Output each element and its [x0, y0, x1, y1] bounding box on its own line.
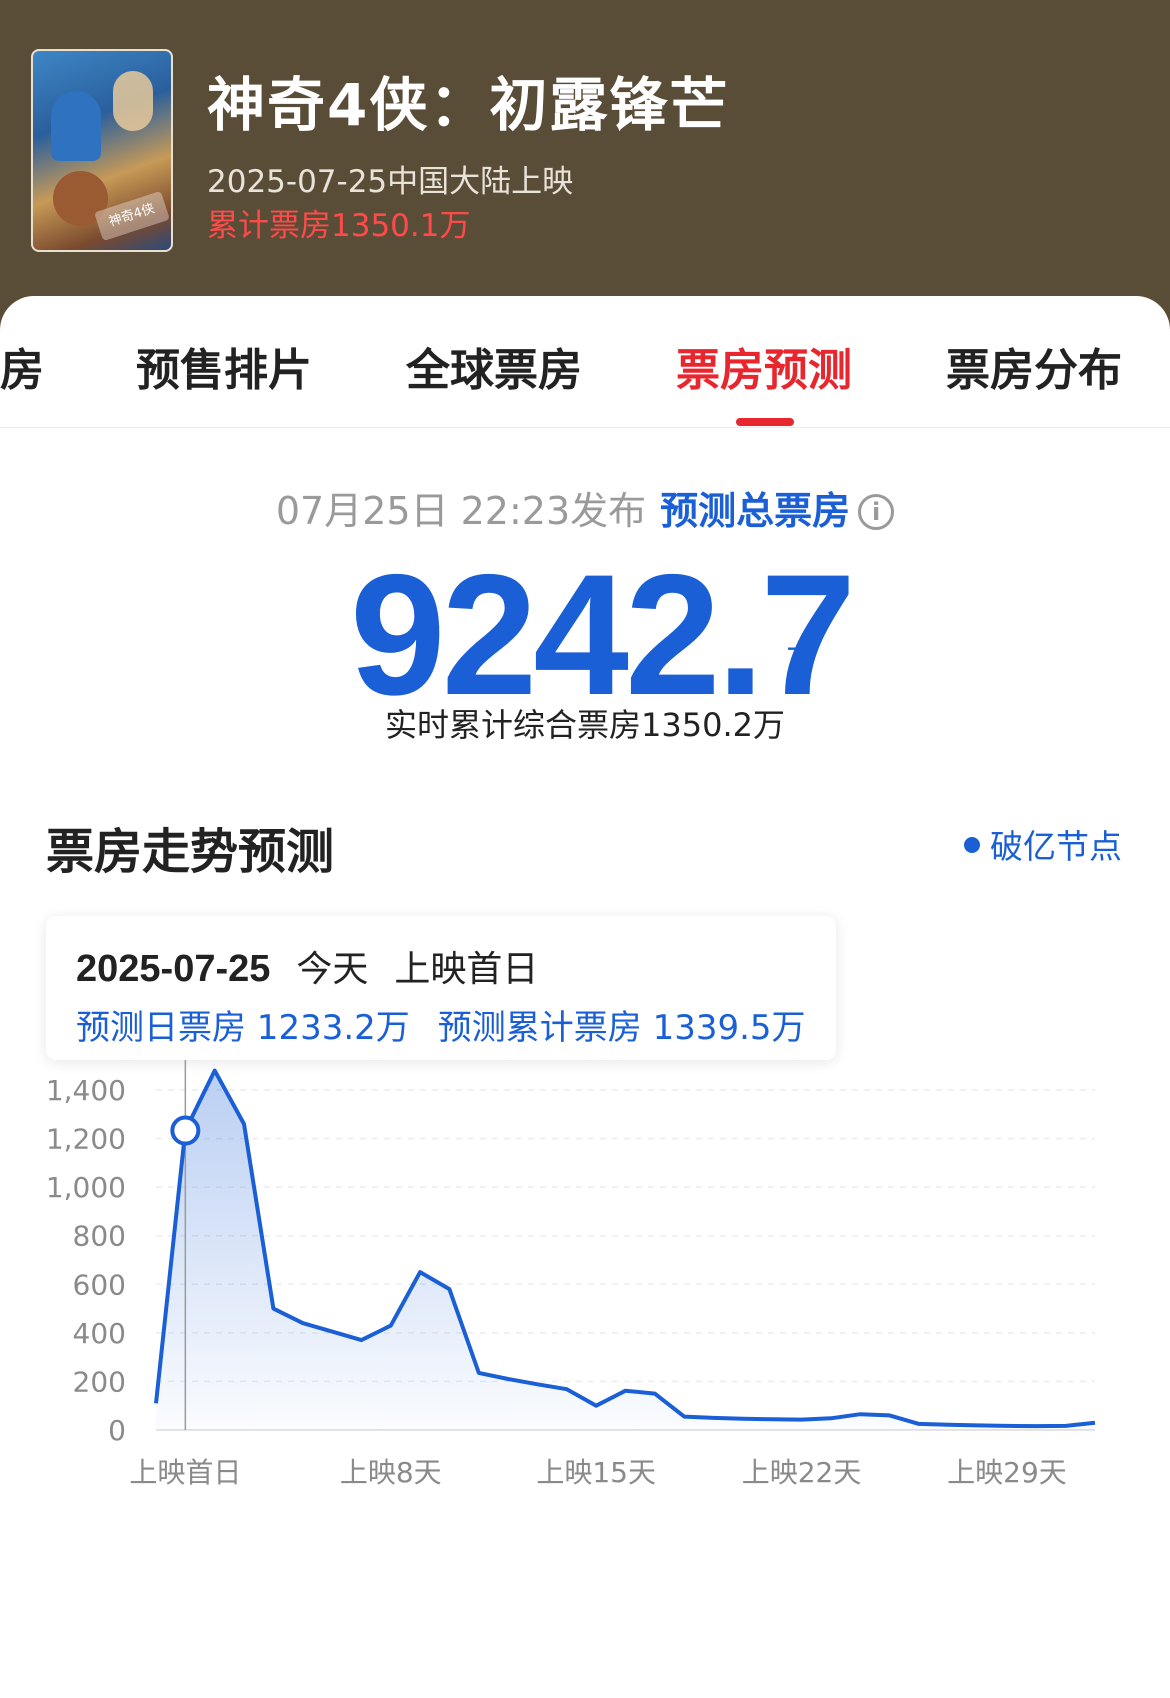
data-point[interactable]	[267, 1303, 279, 1315]
content-card: 房 预售排片 全球票房 票房预测 票房分布 07月25日 22:23发布 预测总票…	[0, 296, 1170, 1698]
x-tick-label: 上映15天	[536, 1456, 656, 1489]
data-point[interactable]	[678, 1411, 690, 1423]
y-tick-label: 200	[73, 1365, 126, 1398]
data-point[interactable]	[443, 1283, 455, 1295]
data-point[interactable]	[326, 1326, 338, 1338]
tooltip-date-row: 2025-07-25 今天 上映首日	[76, 940, 564, 992]
y-tick-label: 400	[73, 1317, 126, 1350]
chart-tooltip: 2025-07-25 今天 上映首日 预测日票房 1233.2万 预测累计票房 133…	[46, 916, 836, 1060]
data-point[interactable]	[209, 1065, 221, 1077]
tab-box-office[interactable]: 房	[0, 334, 44, 398]
data-point[interactable]	[1001, 1420, 1013, 1432]
tooltip-values-row: 预测日票房 1233.2万 预测累计票房 1339.5万	[76, 1000, 834, 1049]
publish-time: 07月25日 22:23发布	[275, 489, 647, 533]
legend-breakthrough[interactable]: 破亿节点	[964, 820, 1122, 868]
forecast-unit: 万	[786, 642, 819, 680]
data-point[interactable]	[414, 1266, 426, 1278]
data-point[interactable]	[796, 1414, 808, 1426]
x-tick-label: 上映首日	[129, 1456, 241, 1489]
data-point[interactable]	[620, 1385, 632, 1397]
y-tick-label: 1,200	[46, 1123, 126, 1156]
y-tick-label: 1,000	[46, 1171, 126, 1204]
data-point[interactable]	[649, 1388, 661, 1400]
data-point[interactable]	[590, 1400, 602, 1412]
forecast-header: 07月25日 22:23发布 预测总票房 i	[0, 480, 1170, 535]
data-point[interactable]	[708, 1412, 720, 1424]
movie-header: 神奇4侠 神奇4侠：初露锋芒 2025-07-25中国大陆上映 累计票房1350…	[0, 0, 1170, 310]
data-point[interactable]	[766, 1413, 778, 1425]
tooltip-date: 2025-07-25	[76, 948, 271, 990]
data-point[interactable]	[297, 1317, 309, 1329]
legend-label: 破亿节点	[990, 827, 1122, 866]
tab-presale[interactable]: 预售排片	[136, 334, 312, 398]
data-point[interactable]	[150, 1397, 162, 1409]
realtime-box-office: 实时累计综合票房1350.2万	[385, 706, 785, 744]
active-tab-indicator	[736, 418, 794, 426]
x-tick-label: 上映8天	[340, 1456, 442, 1489]
data-point[interactable]	[385, 1320, 397, 1332]
cumulative-box-office: 累计票房1350.1万	[207, 208, 471, 244]
selected-point[interactable]	[170, 1115, 201, 1146]
movie-poster[interactable]: 神奇4侠	[31, 49, 173, 252]
legend-dot-icon	[964, 837, 980, 853]
x-tick-label: 上映29天	[947, 1456, 1067, 1489]
data-point[interactable]	[1030, 1420, 1042, 1432]
tab-distribution[interactable]: 票房分布	[946, 334, 1122, 398]
data-point[interactable]	[854, 1408, 866, 1420]
data-point[interactable]	[913, 1418, 925, 1430]
data-point[interactable]	[1060, 1420, 1072, 1432]
data-point[interactable]	[884, 1409, 896, 1421]
tab-global[interactable]: 全球票房	[406, 334, 582, 398]
poster-figure	[113, 71, 153, 131]
chart-area	[156, 1070, 1095, 1430]
tooltip-today: 今天	[296, 949, 369, 990]
tab-bar: 房 预售排片 全球票房 票房预测 票房分布	[0, 296, 1170, 428]
release-date: 2025-07-25中国大陆上映	[207, 164, 574, 200]
y-tick-label: 0	[108, 1414, 126, 1447]
data-point[interactable]	[531, 1378, 543, 1390]
data-point[interactable]	[473, 1367, 485, 1379]
data-point[interactable]	[502, 1373, 514, 1385]
data-point[interactable]	[737, 1413, 749, 1425]
y-tick-label: 600	[73, 1268, 126, 1301]
trend-title: 票房走势预测	[46, 824, 335, 880]
forecast-total-label[interactable]: 预测总票房	[660, 489, 850, 533]
data-point[interactable]	[972, 1419, 984, 1431]
tab-forecast[interactable]: 票房预测	[676, 334, 852, 398]
tooltip-cumulative: 预测累计票房 1339.5万	[437, 1008, 806, 1048]
data-point[interactable]	[355, 1334, 367, 1346]
data-point[interactable]	[561, 1383, 573, 1395]
data-point[interactable]	[942, 1419, 954, 1431]
y-tick-label: 1,400	[46, 1074, 126, 1107]
y-tick-label: 800	[73, 1220, 126, 1253]
data-point[interactable]	[825, 1412, 837, 1424]
data-point[interactable]	[238, 1118, 250, 1130]
trend-chart[interactable]: 1,400 1,200 1,000 800 600 400 200 0 上映首日 上映8天 上映1…	[0, 1060, 1170, 1540]
data-point[interactable]	[1089, 1417, 1101, 1429]
movie-title: 神奇4侠：初露锋芒	[207, 71, 730, 139]
info-icon[interactable]: i	[858, 494, 895, 530]
tooltip-daily: 预测日票房 1233.2万	[76, 1008, 410, 1048]
tooltip-day-label: 上映首日	[394, 949, 539, 990]
x-tick-label: 上映22天	[742, 1456, 862, 1489]
poster-figure	[51, 91, 101, 161]
